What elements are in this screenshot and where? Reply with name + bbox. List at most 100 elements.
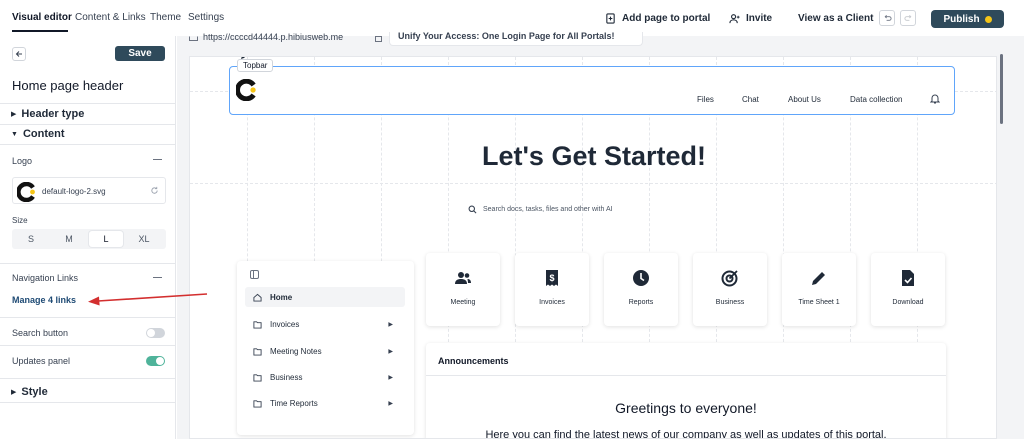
page-title-chip[interactable]: Unify Your Access: One Login Page for Al… [389,31,643,46]
topbar-badge: Topbar [237,59,274,72]
back-button[interactable] [12,47,26,61]
size-option-m[interactable]: M [52,231,86,247]
quick-link-business[interactable]: Business [693,253,767,326]
divider [0,263,176,264]
pencil-icon [812,272,825,285]
toggle-knob [147,329,155,337]
quick-link-meeting[interactable]: Meeting [426,253,500,326]
logo-thumbnail [17,182,35,202]
undo-icon [884,14,892,21]
caret-right-icon: ▶ [388,400,393,407]
logo-picker[interactable]: default-logo-2.svg [12,177,166,204]
add-page-label: Add page to portal [622,13,711,24]
size-option-s[interactable]: S [14,231,48,247]
user-plus-icon [729,14,740,24]
tab-content-links[interactable]: Content & Links [75,12,146,23]
redo-button[interactable] [900,10,916,26]
search-button-toggle[interactable] [146,328,165,338]
preview-canvas: https://ccccd44444.p.hibiusweb.me Unify … [177,31,1024,439]
hero-title: Let's Get Started! [482,141,706,171]
add-page-button[interactable]: Add page to portal [605,13,710,24]
portal-url[interactable]: https://ccccd44444.p.hibiusweb.me [203,32,370,42]
home-icon [253,293,262,302]
side-nav-label: Invoices [270,319,300,329]
size-option-xl[interactable]: XL [127,231,161,247]
style-label: Style [21,386,48,398]
reset-icon[interactable] [150,186,159,195]
unpublished-status-dot [984,15,992,23]
portal-preview-frame: Files Chat About Us Data collection Topb… [189,56,997,439]
redo-icon [903,14,911,21]
updates-panel-toggle[interactable] [146,356,165,366]
quick-link-reports[interactable]: Reports [604,253,678,326]
greeting-text: Here you can find the latest news of our… [485,429,887,439]
quick-link-label: Time Sheet 1 [798,299,840,306]
view-as-client-button[interactable]: View as a Client [798,13,873,24]
search-button-label: Search button [12,328,69,338]
publish-button[interactable]: Publish [931,10,1004,28]
save-button[interactable]: Save [115,46,165,61]
quick-link-label: Download [892,299,924,306]
side-nav-item-meeting-notes[interactable]: Meeting Notes ▶ [245,341,405,361]
pencil-icon[interactable] [240,56,249,60]
folder-icon [253,373,262,382]
greeting-heading: Greetings to everyone! [615,400,757,416]
canvas-scrollbar[interactable] [1000,54,1003,124]
quick-link-label: Invoices [539,299,565,306]
invoice-icon: $ [546,270,558,286]
arrow-left-icon [15,51,22,57]
target-icon [721,270,738,287]
nav-link-about-us[interactable]: About Us [788,95,821,104]
side-nav-item-business[interactable]: Business ▶ [245,367,405,387]
content-section[interactable]: ▼ Content [11,128,64,140]
toggle-knob [156,357,164,365]
search-bar[interactable]: Search docs, tasks, files and other with… [468,205,613,214]
divider [426,375,946,376]
nav-link-data-collection[interactable]: Data collection [850,95,902,104]
size-option-l[interactable]: L [89,231,123,247]
invite-button[interactable]: Invite [729,13,772,24]
quick-link-time-sheet[interactable]: Time Sheet 1 [782,253,856,326]
side-nav-label: Time Reports [270,398,318,408]
search-placeholder: Search docs, tasks, files and other with… [483,206,613,213]
logo-file-name: default-logo-2.svg [42,187,106,196]
caret-right-icon: ▶ [11,111,17,118]
size-selector: S M L XL [12,229,166,249]
clock-icon [633,270,649,286]
collapse-logo-button[interactable] [153,159,162,160]
bell-icon[interactable] [930,93,940,104]
quick-link-invoices[interactable]: $ Invoices [515,253,589,326]
nav-link-files[interactable]: Files [697,95,714,104]
manage-links-link[interactable]: Manage 4 links [12,295,76,305]
active-tab-indicator [12,30,68,32]
caret-right-icon: ▶ [388,348,393,355]
side-nav-item-home[interactable]: Home [245,287,405,307]
caret-right-icon: ▶ [11,389,17,396]
undo-button[interactable] [879,10,895,26]
header-type-section[interactable]: ▶ Header type [11,108,84,120]
tab-theme[interactable]: Theme [150,12,181,23]
copy-icon[interactable] [375,36,384,43]
quick-link-label: Business [715,299,745,306]
collapse-nav-links-button[interactable] [153,277,162,278]
tab-settings[interactable]: Settings [188,12,224,23]
nav-link-chat[interactable]: Chat [742,95,759,104]
quick-link-download[interactable]: Download [871,253,945,326]
side-nav-item-invoices[interactable]: Invoices ▶ [245,314,405,334]
folder-icon [253,347,262,356]
caret-right-icon: ▶ [388,374,393,381]
tab-visual-editor[interactable]: Visual editor [12,12,72,23]
logo-label: Logo [12,156,33,166]
view-as-client-label: View as a Client [798,13,874,24]
navigation-links-label: Navigation Links [12,273,79,283]
link-icon [189,36,198,41]
url-strip: https://ccccd44444.p.hibiusweb.me Unify … [177,31,1024,50]
publish-label: Publish [943,13,980,25]
portal-logo [236,79,256,101]
size-label: Size [12,216,28,225]
sidebar-toggle-icon[interactable] [250,270,259,279]
topbar-block[interactable]: Files Chat About Us Data collection [229,66,955,115]
style-section[interactable]: ▶ Style [11,386,48,398]
header-type-label: Header type [21,108,85,120]
side-nav-item-time-reports[interactable]: Time Reports ▶ [245,393,405,413]
